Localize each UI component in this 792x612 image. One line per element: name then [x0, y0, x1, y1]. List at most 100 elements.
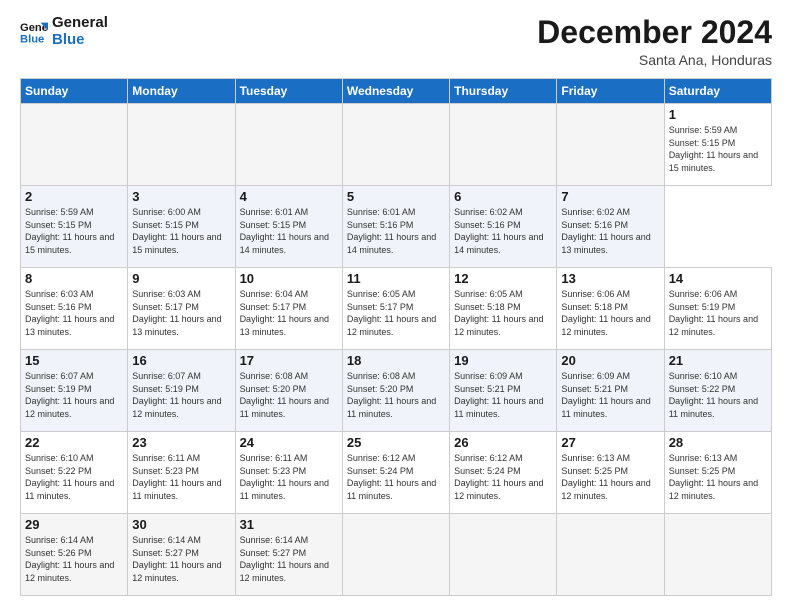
day-number: 12 — [454, 271, 552, 286]
day-number: 30 — [132, 517, 230, 532]
calendar-cell — [21, 104, 128, 186]
calendar-cell: 19 Sunrise: 6:09 AM Sunset: 5:21 PM Dayl… — [450, 350, 557, 432]
calendar-cell: 12 Sunrise: 6:05 AM Sunset: 5:18 PM Dayl… — [450, 268, 557, 350]
day-info: Sunrise: 6:10 AM Sunset: 5:22 PM Dayligh… — [669, 370, 767, 420]
calendar-cell: 4 Sunrise: 6:01 AM Sunset: 5:15 PM Dayli… — [235, 186, 342, 268]
calendar-week-row: 15 Sunrise: 6:07 AM Sunset: 5:19 PM Dayl… — [21, 350, 772, 432]
day-number: 28 — [669, 435, 767, 450]
calendar-cell — [450, 104, 557, 186]
day-number: 17 — [240, 353, 338, 368]
logo-general: General — [52, 15, 108, 32]
calendar-header-sunday: Sunday — [21, 79, 128, 104]
calendar-week-row: 8 Sunrise: 6:03 AM Sunset: 5:16 PM Dayli… — [21, 268, 772, 350]
calendar-cell: 2 Sunrise: 5:59 AM Sunset: 5:15 PM Dayli… — [21, 186, 128, 268]
calendar-cell: 20 Sunrise: 6:09 AM Sunset: 5:21 PM Dayl… — [557, 350, 664, 432]
day-info: Sunrise: 6:14 AM Sunset: 5:26 PM Dayligh… — [25, 534, 123, 584]
calendar-cell: 3 Sunrise: 6:00 AM Sunset: 5:15 PM Dayli… — [128, 186, 235, 268]
day-number: 19 — [454, 353, 552, 368]
day-number: 10 — [240, 271, 338, 286]
logo: General Blue General Blue — [20, 15, 108, 48]
day-number: 1 — [669, 107, 767, 122]
calendar-cell: 11 Sunrise: 6:05 AM Sunset: 5:17 PM Dayl… — [342, 268, 449, 350]
day-number: 5 — [347, 189, 445, 204]
day-number: 22 — [25, 435, 123, 450]
calendar-cell — [557, 514, 664, 596]
day-info: Sunrise: 5:59 AM Sunset: 5:15 PM Dayligh… — [25, 206, 123, 256]
calendar-cell: 18 Sunrise: 6:08 AM Sunset: 5:20 PM Dayl… — [342, 350, 449, 432]
day-info: Sunrise: 6:09 AM Sunset: 5:21 PM Dayligh… — [454, 370, 552, 420]
calendar-cell: 29 Sunrise: 6:14 AM Sunset: 5:26 PM Dayl… — [21, 514, 128, 596]
calendar-header-saturday: Saturday — [664, 79, 771, 104]
calendar-cell — [450, 514, 557, 596]
calendar-cell — [664, 514, 771, 596]
calendar-cell: 15 Sunrise: 6:07 AM Sunset: 5:19 PM Dayl… — [21, 350, 128, 432]
calendar-cell — [342, 104, 449, 186]
day-info: Sunrise: 6:11 AM Sunset: 5:23 PM Dayligh… — [240, 452, 338, 502]
calendar-cell: 8 Sunrise: 6:03 AM Sunset: 5:16 PM Dayli… — [21, 268, 128, 350]
calendar-cell: 28 Sunrise: 6:13 AM Sunset: 5:25 PM Dayl… — [664, 432, 771, 514]
calendar-cell: 26 Sunrise: 6:12 AM Sunset: 5:24 PM Dayl… — [450, 432, 557, 514]
day-number: 15 — [25, 353, 123, 368]
calendar-week-row: 2 Sunrise: 5:59 AM Sunset: 5:15 PM Dayli… — [21, 186, 772, 268]
day-info: Sunrise: 6:06 AM Sunset: 5:19 PM Dayligh… — [669, 288, 767, 338]
day-number: 14 — [669, 271, 767, 286]
day-info: Sunrise: 6:13 AM Sunset: 5:25 PM Dayligh… — [561, 452, 659, 502]
calendar-cell: 30 Sunrise: 6:14 AM Sunset: 5:27 PM Dayl… — [128, 514, 235, 596]
day-number: 2 — [25, 189, 123, 204]
calendar-cell: 13 Sunrise: 6:06 AM Sunset: 5:18 PM Dayl… — [557, 268, 664, 350]
calendar-page: General Blue General Blue December 2024 … — [0, 0, 792, 612]
day-number: 25 — [347, 435, 445, 450]
calendar-cell: 7 Sunrise: 6:02 AM Sunset: 5:16 PM Dayli… — [557, 186, 664, 268]
calendar-cell: 1 Sunrise: 5:59 AM Sunset: 5:15 PM Dayli… — [664, 104, 771, 186]
day-info: Sunrise: 6:06 AM Sunset: 5:18 PM Dayligh… — [561, 288, 659, 338]
day-number: 21 — [669, 353, 767, 368]
calendar-cell: 31 Sunrise: 6:14 AM Sunset: 5:27 PM Dayl… — [235, 514, 342, 596]
calendar-header-row: SundayMondayTuesdayWednesdayThursdayFrid… — [21, 79, 772, 104]
calendar-cell: 16 Sunrise: 6:07 AM Sunset: 5:19 PM Dayl… — [128, 350, 235, 432]
title-block: December 2024 Santa Ana, Honduras — [537, 15, 772, 68]
calendar-cell: 22 Sunrise: 6:10 AM Sunset: 5:22 PM Dayl… — [21, 432, 128, 514]
day-number: 27 — [561, 435, 659, 450]
day-number: 29 — [25, 517, 123, 532]
calendar-cell: 21 Sunrise: 6:10 AM Sunset: 5:22 PM Dayl… — [664, 350, 771, 432]
day-number: 4 — [240, 189, 338, 204]
day-info: Sunrise: 6:14 AM Sunset: 5:27 PM Dayligh… — [240, 534, 338, 584]
calendar-cell: 17 Sunrise: 6:08 AM Sunset: 5:20 PM Dayl… — [235, 350, 342, 432]
day-number: 23 — [132, 435, 230, 450]
day-info: Sunrise: 6:13 AM Sunset: 5:25 PM Dayligh… — [669, 452, 767, 502]
calendar-cell — [557, 104, 664, 186]
location: Santa Ana, Honduras — [537, 52, 772, 68]
day-number: 8 — [25, 271, 123, 286]
day-info: Sunrise: 6:02 AM Sunset: 5:16 PM Dayligh… — [561, 206, 659, 256]
day-info: Sunrise: 5:59 AM Sunset: 5:15 PM Dayligh… — [669, 124, 767, 174]
calendar-header-tuesday: Tuesday — [235, 79, 342, 104]
day-number: 7 — [561, 189, 659, 204]
day-info: Sunrise: 6:05 AM Sunset: 5:18 PM Dayligh… — [454, 288, 552, 338]
calendar-table: SundayMondayTuesdayWednesdayThursdayFrid… — [20, 78, 772, 596]
calendar-cell — [128, 104, 235, 186]
day-info: Sunrise: 6:08 AM Sunset: 5:20 PM Dayligh… — [347, 370, 445, 420]
calendar-header-friday: Friday — [557, 79, 664, 104]
day-number: 24 — [240, 435, 338, 450]
calendar-cell: 25 Sunrise: 6:12 AM Sunset: 5:24 PM Dayl… — [342, 432, 449, 514]
header: General Blue General Blue December 2024 … — [20, 15, 772, 68]
day-number: 26 — [454, 435, 552, 450]
day-info: Sunrise: 6:14 AM Sunset: 5:27 PM Dayligh… — [132, 534, 230, 584]
day-number: 3 — [132, 189, 230, 204]
day-number: 31 — [240, 517, 338, 532]
calendar-header-thursday: Thursday — [450, 79, 557, 104]
day-number: 9 — [132, 271, 230, 286]
day-info: Sunrise: 6:01 AM Sunset: 5:16 PM Dayligh… — [347, 206, 445, 256]
day-number: 18 — [347, 353, 445, 368]
calendar-week-row: 29 Sunrise: 6:14 AM Sunset: 5:26 PM Dayl… — [21, 514, 772, 596]
calendar-cell: 23 Sunrise: 6:11 AM Sunset: 5:23 PM Dayl… — [128, 432, 235, 514]
day-number: 16 — [132, 353, 230, 368]
calendar-cell: 6 Sunrise: 6:02 AM Sunset: 5:16 PM Dayli… — [450, 186, 557, 268]
calendar-cell: 14 Sunrise: 6:06 AM Sunset: 5:19 PM Dayl… — [664, 268, 771, 350]
day-info: Sunrise: 6:07 AM Sunset: 5:19 PM Dayligh… — [132, 370, 230, 420]
day-info: Sunrise: 6:02 AM Sunset: 5:16 PM Dayligh… — [454, 206, 552, 256]
calendar-cell: 27 Sunrise: 6:13 AM Sunset: 5:25 PM Dayl… — [557, 432, 664, 514]
calendar-cell: 24 Sunrise: 6:11 AM Sunset: 5:23 PM Dayl… — [235, 432, 342, 514]
calendar-cell — [235, 104, 342, 186]
day-info: Sunrise: 6:03 AM Sunset: 5:17 PM Dayligh… — [132, 288, 230, 338]
